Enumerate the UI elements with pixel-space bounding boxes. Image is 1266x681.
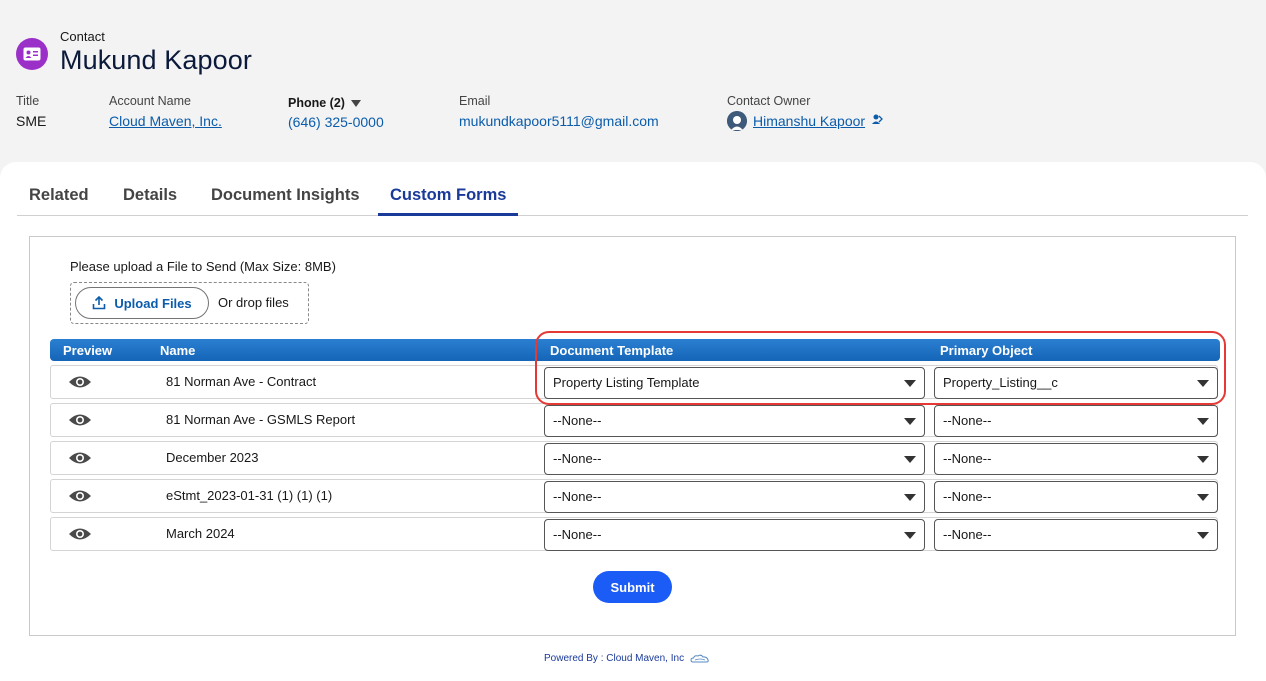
primary-object-select[interactable]: --None-- (934, 481, 1218, 513)
field-owner-label: Contact Owner (727, 94, 811, 108)
row-file-name: 81 Norman Ave - GSMLS Report (166, 412, 356, 427)
table-row: eStmt_2023-01-31 (1) (1) (1) --None-- --… (50, 479, 1218, 513)
document-template-value: Property Listing Template (553, 375, 700, 390)
tab-details[interactable]: Details (123, 186, 177, 216)
field-phone: Phone (2) (646) 325-0000 (288, 96, 384, 130)
account-link[interactable]: Cloud Maven, Inc. (109, 113, 222, 129)
upload-icon (93, 296, 106, 310)
chevron-down-icon (904, 418, 916, 425)
eye-preview-icon[interactable] (68, 375, 92, 394)
upload-files-button[interactable]: Upload Files (75, 287, 209, 319)
field-owner: Contact Owner Himanshu Kapoor (727, 94, 883, 131)
grid-header: Preview Name Document Template Primary O… (50, 339, 1220, 361)
chevron-down-icon (904, 456, 916, 463)
chevron-down-icon (904, 532, 916, 539)
phone-dropdown[interactable]: Phone (2) (288, 96, 384, 110)
change-owner-icon[interactable] (871, 112, 883, 130)
tab-document-insights[interactable]: Document Insights (211, 186, 360, 216)
file-dropzone[interactable]: Upload Files Or drop files (70, 282, 309, 324)
chevron-down-icon (904, 494, 916, 501)
field-account-label: Account Name (109, 94, 191, 108)
field-email-label: Email (459, 94, 491, 108)
submit-button[interactable]: Submit (593, 571, 672, 603)
document-template-select[interactable]: --None-- (544, 481, 925, 513)
owner-link[interactable]: Himanshu Kapoor (753, 113, 865, 129)
primary-object-select[interactable]: --None-- (934, 405, 1218, 437)
header-name: Name (160, 343, 196, 358)
field-title-value: SME (16, 113, 47, 129)
tab-bar: Related Details Document Insights Custom… (17, 180, 1248, 216)
email-link[interactable]: mukundkapoor5111@gmail.com (459, 113, 659, 129)
document-template-value: --None-- (553, 413, 602, 428)
chevron-down-icon (350, 99, 361, 107)
object-type-label: Contact (60, 29, 105, 44)
eye-preview-icon[interactable] (68, 451, 92, 470)
chevron-down-icon (1197, 456, 1209, 463)
chevron-down-icon (1197, 494, 1209, 501)
record-card: Related Details Document Insights Custom… (0, 162, 1266, 681)
eye-preview-icon[interactable] (68, 413, 92, 432)
tab-related[interactable]: Related (29, 186, 89, 216)
powered-by-text: Powered By : Cloud Maven, Inc (544, 653, 685, 664)
field-email: Email mukundkapoor5111@gmail.com (459, 94, 659, 129)
chevron-down-icon (1197, 532, 1209, 539)
document-template-select[interactable]: Property Listing Template (544, 367, 925, 399)
eye-preview-icon[interactable] (68, 489, 92, 508)
primary-object-select[interactable]: --None-- (934, 519, 1218, 551)
field-phone-label: Phone (2) (288, 96, 345, 110)
header-preview: Preview (63, 343, 113, 358)
document-template-select[interactable]: --None-- (544, 443, 925, 475)
header-primary-object: Primary Object (940, 343, 1033, 358)
document-template-select[interactable]: --None-- (544, 519, 925, 551)
record-header: Contact Mukund Kapoor Title SME Account … (0, 0, 1266, 170)
primary-object-value: Property_Listing__c (943, 375, 1058, 390)
row-file-name: December 2023 (166, 450, 259, 465)
contact-card-icon (16, 38, 48, 70)
table-row: 81 Norman Ave - GSMLS Report --None-- --… (50, 403, 1218, 437)
primary-object-value: --None-- (943, 489, 992, 504)
document-template-value: --None-- (553, 489, 602, 504)
custom-forms-panel: Please upload a File to Send (Max Size: … (29, 236, 1236, 636)
upload-instructions: Please upload a File to Send (Max Size: … (70, 259, 336, 274)
tab-custom-forms[interactable]: Custom Forms (378, 186, 519, 216)
chevron-down-icon (904, 380, 916, 387)
chevron-down-icon (1197, 418, 1209, 425)
document-template-value: --None-- (553, 527, 602, 542)
powered-by: Powered By : Cloud Maven, Inc (544, 653, 710, 664)
field-title-label: Title (16, 94, 40, 108)
row-file-name: 81 Norman Ave - Contract (166, 374, 317, 389)
row-file-name: eStmt_2023-01-31 (1) (1) (1) (166, 488, 333, 503)
table-row: 81 Norman Ave - Contract Property Listin… (50, 365, 1218, 399)
primary-object-select[interactable]: --None-- (934, 443, 1218, 475)
phone-link[interactable]: (646) 325-0000 (288, 114, 384, 130)
drop-files-text: Or drop files (218, 295, 289, 310)
eye-preview-icon[interactable] (68, 527, 92, 546)
avatar (727, 111, 747, 131)
header-document-template: Document Template (550, 343, 674, 358)
primary-object-value: --None-- (943, 413, 992, 428)
document-template-select[interactable]: --None-- (544, 405, 925, 437)
table-row: March 2024 --None-- --None-- (50, 517, 1218, 551)
chevron-down-icon (1197, 380, 1209, 387)
primary-object-value: --None-- (943, 451, 992, 466)
record-title: Mukund Kapoor (60, 45, 252, 75)
upload-files-label: Upload Files (114, 295, 192, 311)
primary-object-value: --None-- (943, 527, 992, 542)
field-title: Title SME (16, 94, 46, 129)
primary-object-select[interactable]: Property_Listing__c (934, 367, 1218, 399)
document-template-value: --None-- (553, 451, 602, 466)
field-account: Account Name Cloud Maven, Inc. (109, 94, 222, 129)
cloud-logo-icon (690, 654, 709, 662)
table-row: December 2023 --None-- --None-- (50, 441, 1218, 475)
row-file-name: March 2024 (166, 526, 235, 541)
